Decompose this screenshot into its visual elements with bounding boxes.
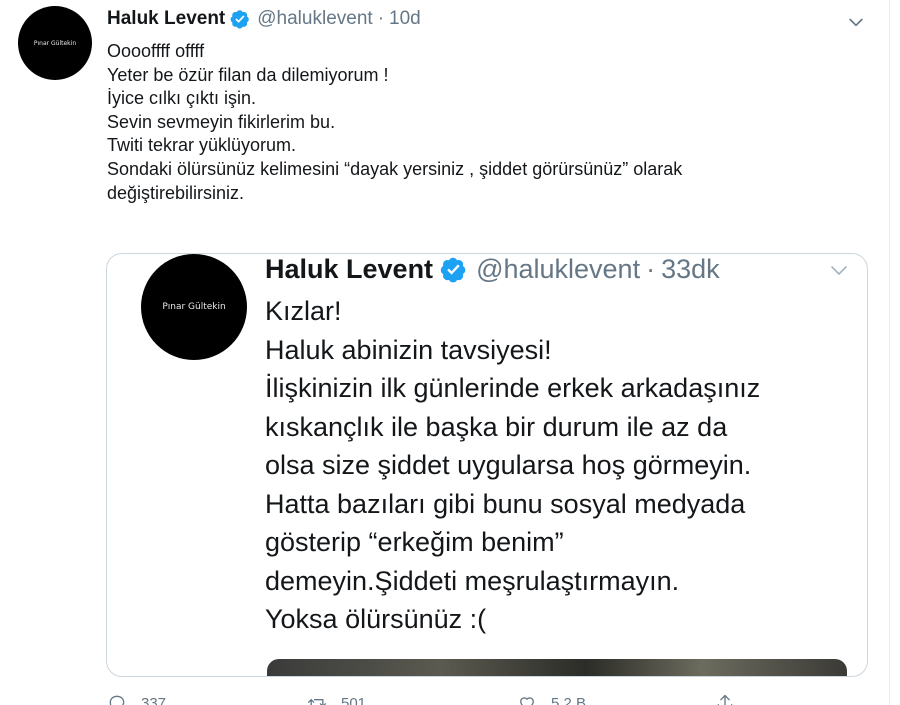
tweet-line: Yeter be özür filan da dilemiyorum ! — [107, 64, 389, 85]
retweet-button[interactable]: 501 — [307, 693, 366, 705]
share-button[interactable] — [715, 693, 735, 705]
quoted-media-image[interactable] — [267, 659, 847, 676]
quoted-line: Yoksa ölürsünüz :( — [265, 604, 487, 634]
tweet-text: Ooooffff offff Yeter be özür filan da di… — [107, 40, 867, 205]
quoted-line: kıskançlık ile başka bir durum ile az da — [265, 411, 728, 442]
avatar[interactable]: Pınar Gültekin — [18, 6, 92, 80]
tweet-header: Haluk Levent @haluklevent · 10d — [107, 8, 421, 30]
retweet-count: 501 — [341, 694, 367, 705]
tweet: Pınar Gültekin Haluk Levent @haluklevent… — [0, 0, 890, 705]
quoted-avatar: Pınar Gültekin — [141, 254, 247, 360]
column-divider — [889, 0, 890, 705]
tweet-line: değiştirebilirsiniz. — [107, 182, 245, 203]
quoted-avatar-text: Pınar Gültekin — [162, 302, 226, 312]
reply-button[interactable]: 337 — [107, 693, 166, 705]
quoted-line: Kızlar! — [265, 296, 342, 326]
verified-badge-icon — [230, 10, 250, 29]
heart-icon — [520, 697, 534, 705]
separator: · — [377, 8, 385, 29]
quoted-tweet[interactable]: Pınar Gültekin Haluk Levent @haluklevent… — [106, 253, 868, 677]
quoted-line: gösterip “erkeğim benim” — [265, 527, 564, 557]
action-bar: 337 501 5,2 B — [107, 693, 747, 705]
quoted-line: olsa size şiddet uygularsa hoş görmeyin. — [265, 450, 752, 480]
tweet-line: İyice cılkı çıktı işin. — [107, 88, 257, 109]
quoted-header: Haluk Levent @haluklevent · 33dk — [265, 254, 720, 285]
chevron-down-icon[interactable] — [846, 12, 866, 32]
quoted-timestamp: 33dk — [661, 254, 720, 284]
quoted-author-handle: @haluklevent — [476, 254, 641, 284]
tweet-line: Twiti tekrar yüklüyorum. — [107, 135, 297, 156]
quoted-text: Kızlar! Haluk abinizin tavsiyesi! İlişki… — [265, 292, 855, 639]
tweet-line: Sevin sevmeyin fikirlerim bu. — [107, 111, 336, 132]
retweet-icon — [308, 699, 326, 705]
verified-badge-icon — [440, 257, 466, 283]
chevron-down-icon — [831, 266, 847, 275]
like-button[interactable]: 5,2 B — [517, 693, 586, 705]
quoted-author-name: Haluk Levent — [265, 254, 434, 284]
quoted-line: Hatta bazıları gibi bunu sosyal medyada — [265, 488, 746, 519]
share-icon — [717, 694, 733, 705]
like-count: 5,2 B — [551, 694, 587, 705]
tweet-line: Ooooffff offff — [107, 41, 205, 61]
author-handle[interactable]: @haluklevent — [257, 8, 372, 30]
separator: · — [646, 254, 656, 284]
author-name[interactable]: Haluk Levent — [107, 8, 225, 30]
tweet-line: Sondaki ölürsünüz kelimesini “dayak yers… — [107, 158, 683, 179]
quoted-line: Haluk abinizin tavsiyesi! — [265, 334, 552, 365]
reply-icon — [109, 695, 125, 705]
quoted-line: demeyin.Şiddeti meşrulaştırmayın. — [265, 565, 680, 596]
timestamp[interactable]: 10d — [389, 8, 421, 30]
avatar-text: Pınar Gültekin — [33, 39, 77, 47]
reply-count: 337 — [141, 694, 167, 705]
quoted-line: İlişkinizin ilk günlerinde erkek arkadaş… — [265, 373, 761, 403]
